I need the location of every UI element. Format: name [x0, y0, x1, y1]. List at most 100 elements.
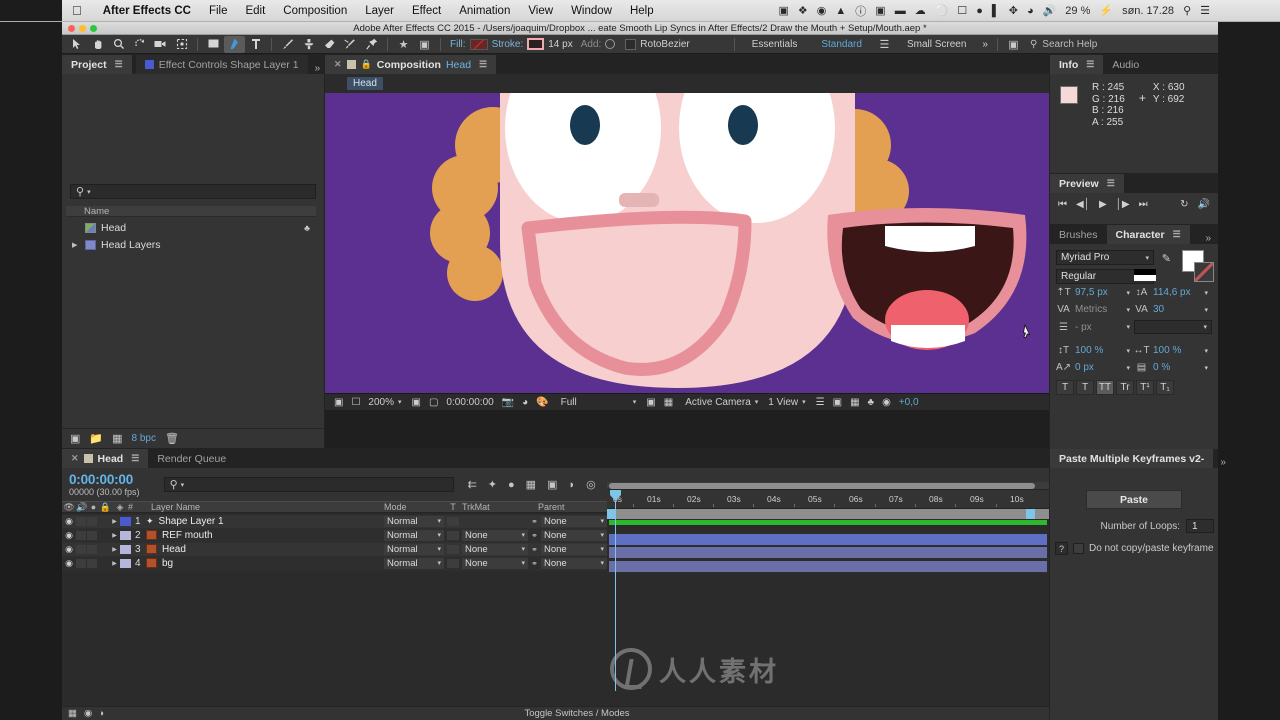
view-layout-value[interactable]: 1 View — [764, 397, 802, 408]
toggle-transparency-icon[interactable]: ☐ — [347, 397, 364, 408]
timeline-current-time[interactable]: 0:00:00:00 00000 (30.00 fps) — [62, 472, 140, 497]
chevron-down-icon[interactable]: ▾ — [398, 398, 402, 406]
layer-parent-select[interactable]: None ▾ — [541, 529, 607, 541]
layer-preserve-transparency[interactable] — [447, 558, 459, 568]
layer-duration-bar[interactable] — [609, 547, 1047, 558]
tab-audio[interactable]: Audio — [1103, 55, 1148, 74]
project-item-head[interactable]: Head ♣ — [66, 219, 316, 236]
scrollbar-thumb[interactable] — [609, 483, 1035, 489]
pan-behind-tool[interactable] — [171, 36, 192, 53]
cloud-drive-icon[interactable]: ▲ — [835, 5, 846, 17]
menu-edit[interactable]: Edit — [236, 5, 274, 17]
apple-icon[interactable]:  — [62, 3, 94, 18]
hand-tool[interactable] — [87, 36, 108, 53]
clock[interactable]: søn. 17.28 — [1122, 5, 1174, 17]
layer-mode-select[interactable]: Normal ▾ — [384, 515, 444, 527]
layer-audio-toggle[interactable] — [76, 558, 86, 568]
baseline-shift-field[interactable]: A↗ 0 px ▾ — [1056, 361, 1134, 374]
panel-menu-icon[interactable]: ☰ — [115, 59, 123, 70]
superscript-button[interactable]: T¹ — [1136, 380, 1154, 395]
new-solid-icon[interactable]: ▦ — [112, 432, 122, 445]
reset-exposure-icon[interactable]: ◉ — [878, 397, 895, 408]
tab-character[interactable]: Character ☰ — [1106, 225, 1190, 244]
close-icon[interactable]: ✕ — [334, 59, 342, 70]
tab-effect-controls[interactable]: Effect Controls Shape Layer 1 — [135, 55, 308, 74]
layer-trkmat-select[interactable]: None ▾ — [462, 529, 528, 541]
region-of-interest-icon[interactable]: ▣ — [642, 397, 659, 408]
frame-blending-icon[interactable]: ▦ — [526, 478, 536, 491]
hide-shy-icon[interactable]: ● — [508, 479, 515, 491]
type-tool[interactable] — [245, 36, 266, 53]
stroke-swatch[interactable] — [527, 38, 545, 50]
layer-solo-toggle[interactable] — [87, 530, 97, 540]
menu-composition[interactable]: Composition — [274, 5, 356, 17]
tab-info[interactable]: Info ☰ — [1050, 55, 1104, 74]
composition-viewer[interactable] — [325, 93, 1049, 393]
fill-swatch[interactable] — [469, 38, 488, 50]
menu-view[interactable]: View — [519, 5, 562, 17]
display-icon[interactable]: ☐ — [957, 4, 967, 17]
layer-trkmat-select[interactable]: None ▾ — [462, 543, 528, 555]
dashlane-icon[interactable]: ▬ — [895, 5, 906, 17]
close-icon[interactable]: ✕ — [71, 453, 79, 464]
layer-audio-toggle[interactable] — [76, 544, 86, 554]
cloud-icon[interactable]: ☁ — [915, 4, 926, 17]
previous-frame-icon[interactable]: ◀│ — [1076, 199, 1090, 210]
mute-icon[interactable]: 🔊 — [1198, 199, 1210, 210]
dropbox-icon[interactable]: ❖ — [798, 4, 808, 17]
horizontal-scale-field[interactable]: ↔T 100 % ▾ — [1133, 344, 1212, 357]
layer-name-cell[interactable]: Head — [146, 544, 384, 555]
italic-button[interactable]: T — [1076, 380, 1094, 395]
reader-icon[interactable]: ▣ — [875, 4, 885, 17]
help-button[interactable]: ? — [1055, 542, 1068, 555]
track-bg[interactable] — [607, 560, 1049, 573]
selection-tool[interactable] — [66, 36, 87, 53]
tab-preview[interactable]: Preview ☰ — [1050, 174, 1124, 193]
next-frame-icon[interactable]: │▶ — [1116, 199, 1130, 210]
pixel-aspect-icon[interactable]: ☰ — [812, 397, 829, 408]
lock-icon[interactable]: 🔒 — [361, 59, 372, 70]
layer-label-color[interactable] — [120, 558, 131, 568]
timemachine-icon[interactable]: ⚪ — [935, 4, 949, 17]
workspace-small-screen[interactable]: Small Screen — [895, 39, 978, 50]
delete-icon[interactable]: 🗑 — [165, 432, 179, 445]
current-time-value[interactable]: 0:00:00:00 — [442, 397, 497, 408]
layer-parent-select[interactable]: None ▾ — [541, 543, 607, 555]
tab-paste-keyframes[interactable]: Paste Multiple Keyframes v2- — [1050, 449, 1214, 468]
menu-layer[interactable]: Layer — [356, 5, 403, 17]
fast-preview-icon[interactable]: ▣ — [829, 397, 846, 408]
droplet-icon[interactable]: ● — [976, 5, 983, 17]
bold-button[interactable]: T — [1056, 380, 1074, 395]
layer-parent-select[interactable]: None ▾ — [541, 515, 607, 527]
magnification-value[interactable]: 200% — [364, 397, 398, 408]
character-tabs-overflow[interactable]: » — [1198, 233, 1218, 244]
workspace-standard[interactable]: Standard — [809, 39, 874, 50]
layer-solo-toggle[interactable] — [87, 558, 97, 568]
stroke-width-field[interactable]: ☰ - px ▾ — [1056, 321, 1134, 334]
flowchart-icon[interactable]: ♣ — [864, 397, 879, 408]
layer-visibility-toggle[interactable]: ◉ — [62, 530, 76, 541]
workspace-menu-icon[interactable]: ☰ — [874, 36, 895, 53]
layer-expand-arrow[interactable]: ▶ — [109, 546, 120, 553]
new-comp-icon[interactable]: ▣ — [70, 432, 80, 445]
menu-app-name[interactable]: After Effects CC — [94, 5, 200, 17]
layer-expand-arrow[interactable]: ▶ — [109, 532, 120, 539]
project-search-input[interactable]: ⚲ ▾ — [70, 184, 316, 199]
snapshot-icon[interactable]: ▣ — [414, 36, 435, 53]
brush-tool[interactable] — [277, 36, 298, 53]
layer-expand-arrow[interactable]: ▶ — [109, 560, 120, 567]
panel-menu-icon[interactable]: ☰ — [1107, 178, 1115, 189]
table-row[interactable]: ◉ ▶ 2 REF mouth Normal ▾ None ▾ ⚭ None ▾ — [62, 529, 607, 543]
layer-label-color[interactable] — [120, 516, 131, 526]
clone-stamp-tool[interactable] — [298, 36, 319, 53]
menu-window[interactable]: Window — [562, 5, 621, 17]
tracking-field[interactable]: VA 30 ▾ — [1134, 303, 1212, 316]
transparency-grid-icon[interactable]: ▦ — [660, 397, 677, 408]
track-shape-layer-1[interactable] — [607, 519, 1049, 533]
menu-animation[interactable]: Animation — [450, 5, 519, 17]
panel-menu-icon[interactable]: ☰ — [131, 453, 139, 464]
layer-name-cell[interactable]: REF mouth — [146, 530, 384, 541]
vpn-icon[interactable]: ◉ — [817, 4, 827, 17]
layer-trkmat-select[interactable] — [462, 516, 528, 527]
brainstorm-icon[interactable]: ◎ — [586, 478, 596, 491]
